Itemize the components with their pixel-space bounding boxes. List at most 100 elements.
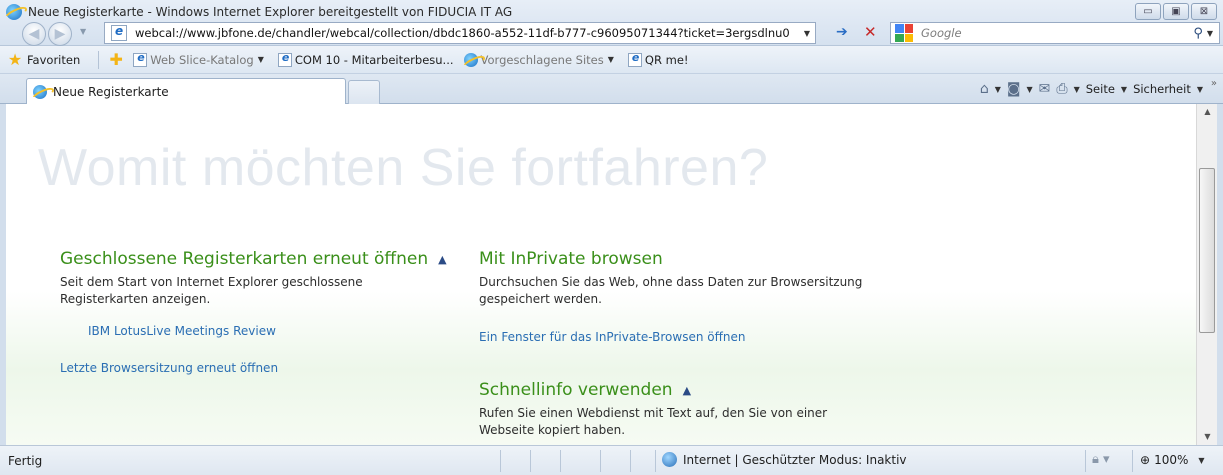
favorite-qr-me[interactable]: QR me! [624,51,689,67]
scroll-thumb[interactable] [1199,168,1215,333]
favorites-bar: ★ Favoriten ✚ Web Slice-Katalog ▼ COM 10… [0,46,1223,74]
window-title-row: Neue Registerkarte - Windows Internet Ex… [6,2,512,22]
title-bar: Neue Registerkarte - Windows Internet Ex… [0,0,1223,46]
closed-tabs-title-text: Geschlossene Registerkarten erneut öffne… [60,249,429,269]
chevron-down-icon[interactable]: ▼ [1121,85,1127,94]
ie-logo-icon [6,4,22,20]
forward-arrow-icon: ▶ [54,26,66,42]
zoom-level: 100% [1154,453,1189,467]
favorites-label: Favoriten [27,52,81,67]
new-tab-button[interactable] [348,80,380,104]
feeds-icon[interactable]: ◙ [1007,81,1021,97]
favorite-label: Vorgeschlagene Sites [480,52,604,67]
ie-page-icon [627,51,642,67]
ie-page-icon [277,51,292,67]
more-commands-icon[interactable]: » [1211,78,1217,89]
inprivate-title-text: Mit InPrivate browsen [479,249,663,269]
inprivate-window-link[interactable]: Ein Fenster für das InPrivate-Browsen öf… [479,330,745,344]
address-input[interactable]: webcal://www.jbfone.de/chandler/webcal/c… [135,26,799,40]
favorite-label: QR me! [644,52,689,67]
accelerators-title[interactable]: Schnellinfo verwenden ▲ [479,380,691,400]
closed-tab-link[interactable]: IBM LotusLive Meetings Review [88,324,276,338]
ie-page-icon [133,51,148,67]
security-menu[interactable]: Sicherheit [1133,82,1191,96]
chevron-down-icon: ▼ [1198,455,1205,465]
status-text: Fertig [8,454,43,468]
window-frame-right [1217,104,1223,445]
favorite-label: COM 10 - Mitarbeiterbesu... [294,52,454,67]
divider [500,450,501,472]
search-box[interactable]: Google ⚲ ▼ [890,22,1220,44]
google-icon [895,24,913,42]
zoom-icon: ⊕ [1140,453,1151,467]
tab-label: Neue Registerkarte [53,85,169,99]
address-dropdown-icon[interactable]: ▼ [799,29,815,38]
divider [1132,450,1133,472]
minimize-button[interactable]: ▭ [1135,3,1161,20]
zone-label: Internet | Geschützter Modus: Inaktiv [683,452,907,467]
chevron-down-icon[interactable]: ▼ [1197,85,1203,94]
inprivate-description: Durchsuchen Sie das Web, ohne dass Daten… [479,275,863,306]
search-dropdown-icon[interactable]: ▼ [1207,29,1213,38]
chevron-up-icon[interactable]: ▲ [438,253,446,266]
chevron-down-icon: ▼ [607,55,614,64]
vertical-scrollbar[interactable]: ▲ ▼ [1196,104,1217,445]
maximize-button[interactable]: ▣ [1163,3,1189,20]
divider [655,450,656,472]
page-icon [111,24,127,41]
address-bar[interactable]: webcal://www.jbfone.de/chandler/webcal/c… [104,22,816,44]
history-dropdown-icon[interactable]: ▼ [80,27,86,36]
search-input[interactable]: Google [921,26,1193,40]
chevron-down-icon[interactable]: ▼ [1074,85,1080,94]
divider [530,450,531,472]
protected-mode-icon[interactable]: 🔒︎ ▾ [1092,452,1110,467]
favorite-vorgeschlagene-sites[interactable]: Vorgeschlagene Sites ▼ [463,52,614,67]
security-zone[interactable]: Internet | Geschützter Modus: Inaktiv [662,452,907,467]
divider [630,450,631,472]
window-title: Neue Registerkarte - Windows Internet Ex… [28,5,513,19]
zoom-control[interactable]: ⊕ 100% ▼ [1140,453,1205,467]
favorite-label: Web Slice-Katalog [150,52,254,67]
ie-logo-icon [463,52,478,67]
closed-tabs-title[interactable]: Geschlossene Registerkarten erneut öffne… [60,249,447,269]
stop-icon[interactable]: ✕ [864,23,877,41]
divider [1085,450,1086,472]
chevron-down-icon: ▼ [257,55,264,64]
tab-row: Neue Registerkarte ⌂ ▼ ◙ ▼ ✉ ⎙ ▼ Seite ▼… [0,74,1223,105]
favorites-button[interactable]: ★ Favoriten [6,50,81,69]
status-bar: Fertig Internet | Geschützter Modus: Ina… [0,445,1223,475]
reopen-last-session-link[interactable]: Letzte Browsersitzung erneut öffnen [60,361,278,375]
ie-logo-icon [33,85,47,99]
divider [600,450,601,472]
accelerators-description: Rufen Sie einen Webdienst mit Text auf, … [479,406,828,437]
favorite-com10[interactable]: COM 10 - Mitarbeiterbesu... [274,51,454,67]
scroll-down-icon[interactable]: ▼ [1197,429,1218,445]
print-icon[interactable]: ⎙ [1056,81,1067,97]
closed-tabs-description: Seit dem Start von Internet Explorer ges… [60,275,363,306]
forward-button[interactable]: ▶ [48,22,72,46]
command-bar: ⌂ ▼ ◙ ▼ ✉ ⎙ ▼ Seite ▼ Sicherheit ▼ [980,81,1203,97]
window-controls: ▭ ▣ ⊠ [1135,3,1217,20]
back-arrow-icon: ◀ [28,26,40,42]
page-heading: Womit möchten Sie fortfahren? [38,139,769,197]
mail-icon[interactable]: ✉ [1039,81,1051,97]
navigation-row: ◀ ▶ ▼ webcal://www.jbfone.de/chandler/we… [0,22,1223,46]
page-menu[interactable]: Seite [1086,82,1115,96]
new-tab-page: Womit möchten Sie fortfahren? Geschlosse… [6,104,1196,445]
go-arrow-icon[interactable]: ➔ [836,24,848,40]
chevron-up-icon[interactable]: ▲ [683,384,691,397]
chevron-down-icon[interactable]: ▼ [1027,85,1033,94]
search-icon[interactable]: ⚲ [1193,26,1203,41]
close-button[interactable]: ⊠ [1191,3,1217,20]
accelerators-title-text: Schnellinfo verwenden [479,380,673,400]
back-button[interactable]: ◀ [22,22,46,46]
tab-neue-registerkarte[interactable]: Neue Registerkarte [26,78,346,105]
favorite-web-slice-katalog[interactable]: Web Slice-Katalog ▼ [129,51,264,67]
chevron-down-icon[interactable]: ▼ [995,85,1001,94]
scroll-up-icon[interactable]: ▲ [1197,104,1218,120]
divider [98,50,100,69]
add-favorite-icon[interactable]: ✚ [107,50,125,69]
home-icon[interactable]: ⌂ [980,81,989,97]
divider [560,450,561,472]
globe-icon [662,452,677,467]
